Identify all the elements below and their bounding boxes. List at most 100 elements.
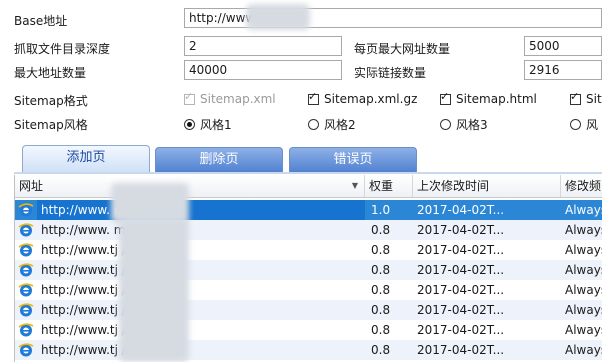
ie-page-icon (18, 322, 34, 338)
format-xmlgz-checkbox[interactable]: ✓ Sitemap.xml.gz (308, 89, 418, 106)
format-extra-checkbox[interactable]: ✓ Sit (570, 89, 602, 106)
max-urls-label: 最大地址数量 (14, 66, 87, 80)
style2-radio[interactable]: 风格2 (308, 116, 356, 133)
style2-label: 风格2 (324, 118, 356, 132)
style4-radio[interactable]: 风 (570, 116, 598, 133)
tab-underline (14, 172, 602, 174)
weight-cell: 1.0 (371, 203, 391, 217)
style3-label: 风格3 (456, 118, 488, 132)
frequency-cell: Always (565, 243, 602, 257)
modified-cell: 2017-04-02T... (417, 243, 505, 257)
url-cell: http://www.tj /457 (41, 263, 149, 277)
sort-down-icon: ▼ (351, 181, 358, 190)
crawl-depth-field[interactable]: 2 (184, 36, 342, 56)
max-urls-field[interactable]: 40000 (184, 60, 342, 80)
redaction-blur (246, 4, 310, 30)
ie-page-icon (18, 222, 34, 238)
crawl-depth-row: 抓取文件目录深度 2 每页最大网址数量 5000 (0, 36, 602, 60)
table-row[interactable]: http://www. m/1.0 2017-04-02T... Always (15, 200, 602, 220)
url-cell: http://www. m/397 (41, 223, 153, 237)
url-cell: http://www.tj /452 (41, 243, 149, 257)
sitemap-style-label: Sitemap风格 (14, 118, 88, 132)
format-xmlgz-label: Sitemap.xml.gz (324, 92, 418, 106)
frequency-cell: Always (565, 343, 602, 357)
table-header: 网址 ▼ 权重 上次修改时间 修改频 (15, 175, 602, 198)
format-extra-label: Sit (586, 92, 602, 106)
ie-page-icon (18, 202, 34, 218)
table-row[interactable]: http://www.tj /499 0.8 2017-04-02T... Alway… (15, 340, 602, 360)
url-cell: http://www.tj /495 (41, 323, 149, 337)
max-urls-row: 最大地址数量 40000 实际链接数量 2916 (0, 60, 602, 84)
style1-radio[interactable]: 风格1 (184, 116, 232, 133)
redaction-blur (119, 219, 189, 362)
modified-cell: 2017-04-02T... (417, 303, 505, 317)
column-url[interactable]: 网址 ▼ (15, 175, 365, 197)
weight-cell: 0.8 (371, 283, 391, 297)
format-xml-label: Sitemap.xml (200, 92, 276, 106)
modified-cell: 2017-04-02T... (417, 323, 505, 337)
redaction-blur (111, 183, 189, 223)
weight-cell: 0.8 (371, 243, 391, 257)
table-row[interactable]: http://www.tj /494 0.8 2017-04-02T... Alway… (15, 300, 602, 320)
weight-cell: 0.8 (371, 323, 391, 337)
checkbox-icon: ✓ (308, 89, 319, 105)
frequency-cell: Always (565, 303, 602, 317)
modified-cell: 2017-04-02T... (417, 223, 505, 237)
table-row[interactable]: http://www.tj /457 0.8 2017-04-02T... Alway… (15, 260, 602, 280)
sitemap-format-row: Sitemap格式 ✓ Sitemap.xml ✓ Sitemap.xml.gz… (0, 88, 602, 112)
style1-label: 风格1 (200, 118, 232, 132)
url-cell: http://www.tj /494 (41, 303, 149, 317)
weight-cell: 0.8 (371, 263, 391, 277)
modified-cell: 2017-04-02T... (417, 343, 505, 357)
tab-error-pages[interactable]: 错误页 (289, 147, 417, 173)
frequency-cell: Always (565, 223, 602, 237)
radio-icon (308, 119, 319, 130)
column-frequency[interactable]: 修改频 (561, 175, 602, 197)
tab-deleted-pages[interactable]: 删除页 (155, 147, 283, 173)
ie-page-icon (18, 242, 34, 258)
frequency-cell: Always (565, 203, 602, 217)
sitemap-style-row: Sitemap风格 风格1 风格2 风格3 风 (0, 112, 602, 136)
weight-cell: 0.8 (371, 303, 391, 317)
actual-links-label: 实际链接数量 (354, 66, 427, 80)
table-row[interactable]: http://www. m/397 0.8 2017-04-02T... Always (15, 220, 602, 240)
format-xml-checkbox[interactable]: ✓ Sitemap.xml (184, 89, 276, 106)
column-weight[interactable]: 权重 (365, 175, 413, 197)
format-html-checkbox[interactable]: ✓ Sitemap.html (440, 90, 537, 106)
weight-cell: 0.8 (371, 343, 391, 357)
max-per-page-field[interactable]: 5000 (524, 36, 602, 56)
table-row[interactable]: http://www.tj /495 0.8 2017-04-02T... Alway… (15, 320, 602, 340)
url-table: 网址 ▼ 权重 上次修改时间 修改频 http://www. m/1.0 2017… (14, 175, 602, 362)
frequency-cell: Always (565, 323, 602, 337)
sitemap-format-label: Sitemap格式 (14, 94, 88, 108)
actual-links-field[interactable]: 2916 (524, 60, 602, 80)
checkbox-icon: ✓ (184, 89, 195, 105)
modified-cell: 2017-04-02T... (417, 283, 505, 297)
tab-added-pages[interactable]: 添加页 (22, 145, 150, 173)
ie-page-icon (18, 282, 34, 298)
ie-page-icon (18, 342, 34, 358)
url-cell: http://www.tj /499 (41, 343, 149, 357)
ie-page-icon (18, 262, 34, 278)
max-per-page-label: 每页最大网址数量 (354, 42, 451, 56)
ie-page-icon (18, 302, 34, 318)
frequency-cell: Always (565, 283, 602, 297)
url-cell: http://www.tj /493 (41, 283, 149, 297)
column-modified[interactable]: 上次修改时间 (413, 175, 561, 197)
weight-cell: 0.8 (371, 223, 391, 237)
crawl-depth-label: 抓取文件目录深度 (14, 42, 111, 56)
radio-icon (440, 119, 451, 130)
table-row[interactable]: http://www.tj /452 0.8 2017-04-02T... Alway… (15, 240, 602, 260)
format-html-label: Sitemap.html (456, 92, 537, 106)
frequency-cell: Always (565, 263, 602, 277)
modified-cell: 2017-04-02T... (417, 263, 505, 277)
table-row[interactable]: http://www.tj /493 0.8 2017-04-02T... Alway… (15, 280, 602, 300)
url-cell: http://www. m/ (37, 200, 365, 220)
checkbox-icon: ✓ (570, 89, 581, 105)
radio-icon (184, 119, 195, 130)
style4-label: 风 (586, 118, 599, 132)
modified-cell: 2017-04-02T... (417, 203, 505, 217)
style3-radio[interactable]: 风格3 (440, 116, 488, 133)
radio-icon (570, 119, 581, 130)
base-url-label: Base地址 (14, 14, 68, 28)
